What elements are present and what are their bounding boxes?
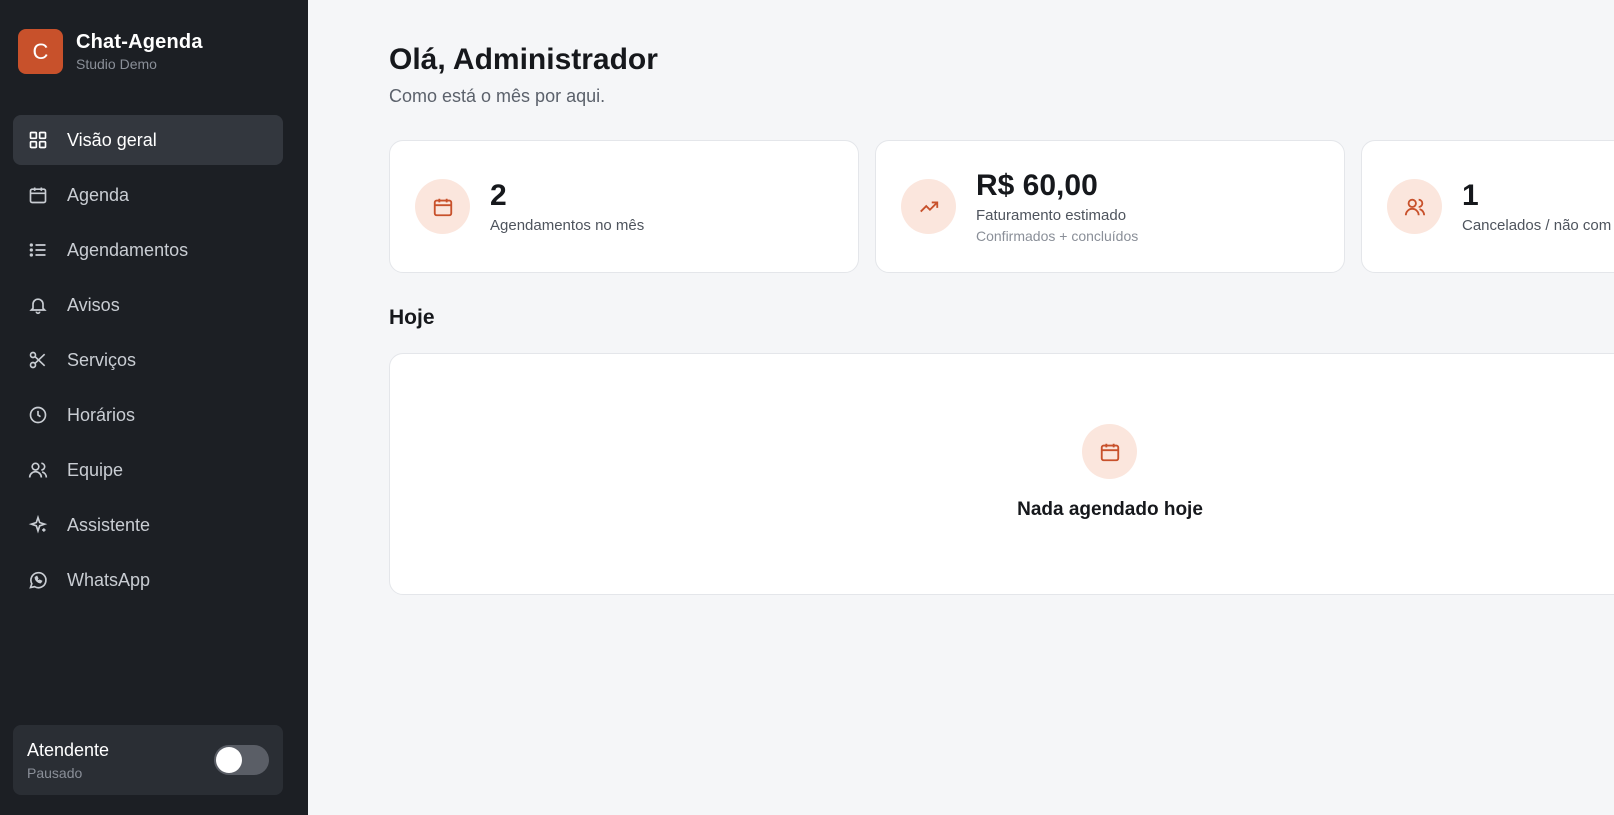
page-subtitle: Como está o mês por aqui.: [389, 86, 606, 106]
calendar-icon: [433, 198, 452, 216]
sidebar-item-label: Assistente: [67, 514, 151, 535]
calendar-icon: [1100, 443, 1119, 461]
sidebar-item-avisos[interactable]: Avisos: [13, 280, 283, 330]
stat-icon-wrap: [415, 179, 470, 234]
sparkle-icon: [28, 515, 48, 534]
sidebar-item-whatsapp[interactable]: WhatsApp: [13, 555, 283, 605]
sidebar-item-label: Serviços: [67, 349, 137, 370]
stat-icon-wrap: [901, 179, 956, 234]
today-panel: Nada agendado hoje: [389, 353, 1614, 595]
stat-value: 2: [490, 179, 507, 212]
stat-icon-wrap: [1387, 179, 1442, 234]
sidebar-item-assistente[interactable]: Assistente: [13, 500, 283, 550]
stat-card-cancelled: 1 Cancelados / não com: [1361, 140, 1614, 273]
page-title: Olá, Administrador: [389, 43, 658, 76]
empty-icon-wrap: [1082, 424, 1137, 479]
sidebar-nav: Visão geral Agenda Agendamentos Avisos S…: [13, 115, 283, 610]
sidebar-item-label: Agendamentos: [67, 239, 189, 260]
users-icon: [28, 462, 48, 478]
brand-subtitle: Studio Demo: [76, 56, 157, 72]
sidebar: C Chat-Agenda Studio Demo Visão geral Ag…: [0, 0, 308, 815]
sidebar-item-label: Agenda: [67, 184, 130, 205]
stat-value: 1: [1462, 179, 1479, 212]
stat-value: R$ 60,00: [976, 169, 1098, 202]
scissors-icon: [29, 351, 46, 369]
grid-icon: [29, 131, 47, 149]
sidebar-item-label: Equipe: [67, 459, 124, 480]
sidebar-item-servicos[interactable]: Serviços: [13, 335, 283, 385]
stat-hint: Confirmados + concluídos: [976, 228, 1139, 244]
sidebar-item-visao-geral[interactable]: Visão geral: [13, 115, 283, 165]
sidebar-item-label: Horários: [67, 404, 136, 425]
section-title-today: Hoje: [389, 306, 435, 329]
attendant-toggle[interactable]: [214, 745, 269, 775]
sidebar-item-label: WhatsApp: [67, 569, 151, 590]
bell-icon: [29, 298, 47, 315]
toggle-knob: [216, 747, 242, 773]
attendant-status: Pausado: [27, 764, 83, 781]
clock-icon: [29, 406, 47, 424]
sidebar-item-equipe[interactable]: Equipe: [13, 445, 283, 495]
sidebar-item-agenda[interactable]: Agenda: [13, 170, 283, 220]
stat-label: Cancelados / não com: [1462, 217, 1612, 234]
brand-title: Chat-Agenda: [76, 31, 203, 53]
calendar-icon: [29, 187, 47, 204]
empty-state-text: Nada agendado hoje: [1017, 499, 1203, 520]
users-icon: [1404, 198, 1425, 215]
whatsapp-icon: [29, 571, 47, 589]
main-content: Olá, Administrador Como está o mês por a…: [308, 0, 1614, 815]
stat-label: Faturamento estimado: [976, 207, 1127, 224]
stat-card-revenue: R$ 60,00 Faturamento estimado Confirmado…: [875, 140, 1345, 273]
sidebar-item-label: Visão geral: [67, 129, 157, 150]
attendant-title: Atendente: [27, 739, 110, 760]
list-icon: [29, 243, 46, 257]
sidebar-item-label: Avisos: [67, 294, 120, 315]
brand-logo: C: [18, 29, 63, 74]
trending-up-icon: [919, 201, 938, 212]
brand[interactable]: C Chat-Agenda Studio Demo: [18, 29, 203, 74]
sidebar-item-agendamentos[interactable]: Agendamentos: [13, 225, 283, 275]
stat-label: Agendamentos no mês: [490, 217, 645, 234]
stat-card-appointments: 2 Agendamentos no mês: [389, 140, 859, 273]
sidebar-item-horarios[interactable]: Horários: [13, 390, 283, 440]
attendant-panel: Atendente Pausado: [13, 725, 283, 795]
